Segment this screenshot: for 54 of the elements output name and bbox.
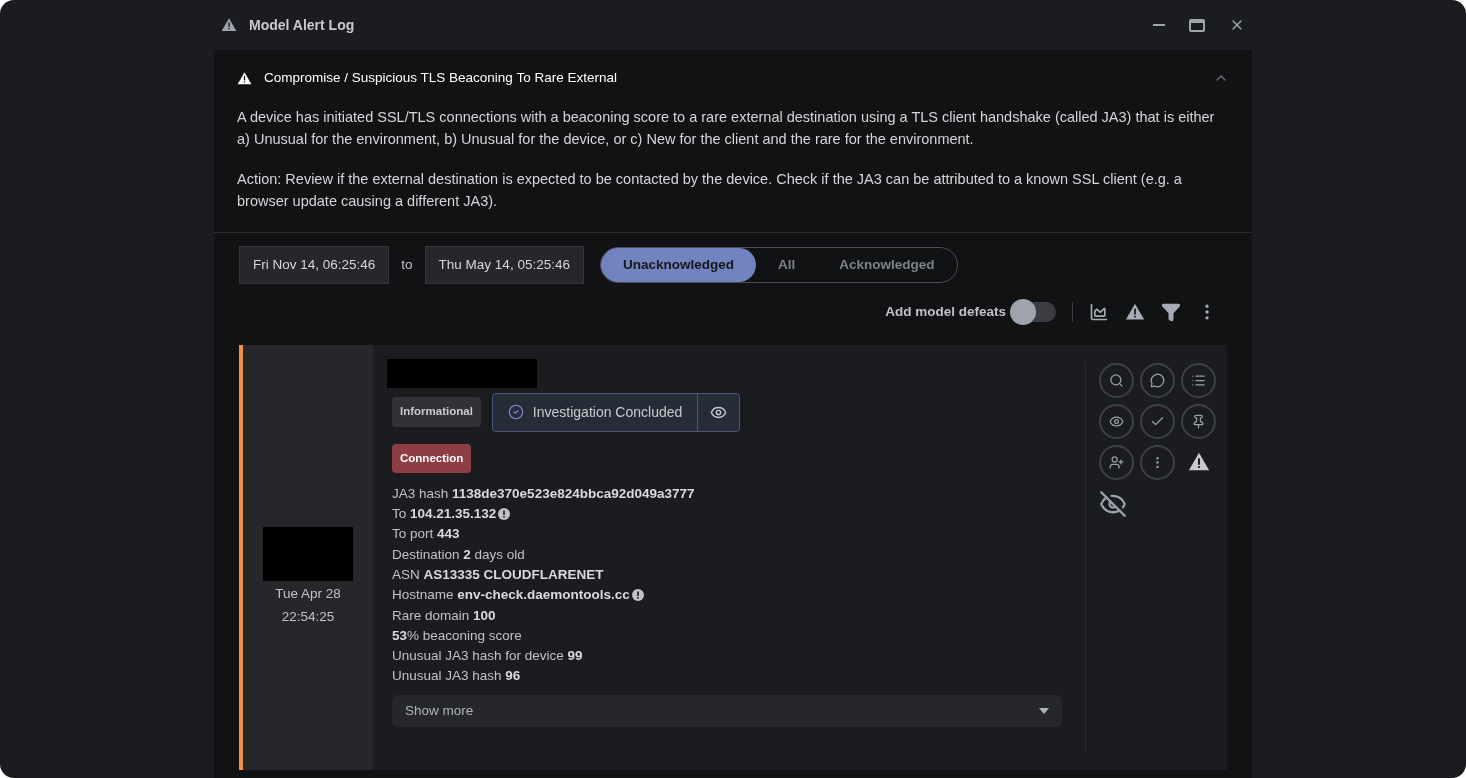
pin-button[interactable]	[1181, 403, 1216, 439]
detail-line: JA3 hash 1138de370e523e824bbca92d049a3777	[392, 484, 695, 503]
detail-line: ASN AS13335 CLOUDFLARENET	[392, 565, 604, 584]
search-icon	[1109, 372, 1124, 388]
info-icon[interactable]	[631, 589, 644, 602]
search-button[interactable]	[1099, 362, 1134, 398]
show-more-button[interactable]: Show more	[392, 694, 1062, 727]
detail-line: Hostname env-check.daemontools.cc	[392, 586, 630, 605]
hidden-icon[interactable]	[1099, 489, 1127, 518]
alert-time: 22:54:25	[281, 608, 335, 627]
model-description: Action: Review if the external destination is expected to be contacted by the device. Check if the JA3 can be attributed to a known SSL client (e.g. a browser update causing a different JA3).	[237, 170, 1183, 212]
list-icon	[1191, 372, 1206, 388]
comment-button[interactable]	[1140, 362, 1175, 398]
filter-tab[interactable]: Unacknowledged	[600, 248, 756, 283]
detail-line: Unusual JA3 hash 96	[392, 667, 521, 686]
filter-tab[interactable]: All	[755, 248, 818, 283]
eye-button[interactable]	[1099, 403, 1134, 439]
add-user-button[interactable]	[1099, 444, 1134, 480]
check-button[interactable]	[1140, 403, 1175, 439]
chart-icon[interactable]	[1089, 302, 1109, 323]
priority-badge: Informational	[392, 397, 481, 427]
tag-badge: Connection	[392, 443, 472, 473]
date-field[interactable]: Thu May 14, 05:25:46	[424, 246, 584, 285]
warning-icon	[1125, 302, 1145, 323]
comment-icon	[1150, 372, 1165, 388]
toggle-label: Add model defeats	[885, 303, 1006, 322]
detail-line: To 104.21.35.132	[392, 505, 497, 524]
info-icon[interactable]	[498, 508, 511, 521]
detail-line: Destination 2 days old	[392, 545, 525, 564]
filter-tab[interactable]: Acknowledged	[817, 248, 957, 283]
check-circle-icon	[507, 404, 524, 420]
status-badge[interactable]: Investigation Concluded	[491, 392, 741, 432]
window-title: Model Alert Log	[249, 15, 356, 35]
pin-icon	[1191, 413, 1206, 429]
maximize-button[interactable]	[1189, 18, 1205, 32]
model-description: A device has initiated SSL/TLS connections with a beaconing score to a rare external destination using a TLS client handshake (called JA3) that is either a) Unusual for the environment, b) Unusual for the device, or c) New for the client and the rare for the environment.	[237, 108, 1216, 150]
list-button[interactable]	[1181, 362, 1216, 398]
detail-line: 53% beaconing score	[392, 626, 522, 645]
date-field[interactable]: Fri Nov 14, 06:25:46	[239, 246, 390, 285]
warning-icon	[237, 70, 252, 86]
status-text: Investigation Concluded	[532, 402, 683, 422]
alert-date: Tue Apr 28	[275, 585, 341, 603]
defeats-toggle[interactable]	[1010, 302, 1056, 323]
warning-icon	[1186, 451, 1211, 473]
caret-icon	[1039, 707, 1049, 714]
add-user-icon	[1109, 454, 1124, 470]
detail-line: Rare domain 100	[392, 606, 496, 625]
eye-icon	[1109, 413, 1124, 429]
range-separator: to	[401, 256, 413, 275]
filter-icon[interactable]	[1161, 302, 1181, 323]
model-name: Compromise / Suspicious TLS Beaconing To Rare External	[264, 69, 618, 87]
detail-line: Unusual JA3 hash for device 99	[392, 647, 583, 666]
detail-line: To port 443	[392, 525, 460, 544]
warning-icon	[221, 17, 237, 33]
